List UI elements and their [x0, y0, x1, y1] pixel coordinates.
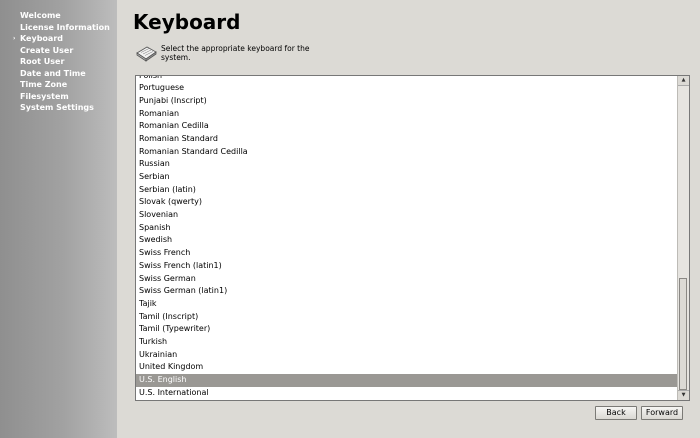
- sidebar-item-label: Date and Time: [20, 68, 86, 78]
- list-item[interactable]: Russian: [136, 158, 677, 171]
- back-button[interactable]: Back: [595, 406, 637, 420]
- sidebar-item-label: Create User: [20, 45, 74, 55]
- list-item[interactable]: Portuguese: [136, 82, 677, 95]
- list-item[interactable]: U.S. English: [136, 374, 677, 387]
- list-item[interactable]: Swedish: [136, 234, 677, 247]
- sidebar-item-system-settings[interactable]: System Settings: [0, 103, 110, 112]
- list-item[interactable]: Slovenian: [136, 209, 677, 222]
- list-item[interactable]: Tajik: [136, 298, 677, 311]
- sidebar: Welcome License Information › Keyboard Creat…: [0, 0, 117, 438]
- list-item[interactable]: Tamil (Inscript): [136, 311, 677, 324]
- list-item[interactable]: Spanish: [136, 222, 677, 235]
- sidebar-item-label: License Information: [20, 22, 110, 32]
- list-item[interactable]: Serbian: [136, 171, 677, 184]
- scroll-down-icon[interactable]: ▼: [678, 390, 689, 400]
- scroll-up-icon[interactable]: ▲: [678, 76, 689, 86]
- sidebar-item-label: Welcome: [20, 11, 61, 20]
- sidebar-item-label: Filesystem: [20, 91, 69, 101]
- scrollbar-thumb[interactable]: [679, 278, 687, 390]
- list-item[interactable]: Swiss French: [136, 247, 677, 260]
- current-step-arrow-icon: ›: [13, 35, 16, 42]
- list-item[interactable]: Swiss German (latin1): [136, 285, 677, 298]
- list-item[interactable]: Swiss French (latin1): [136, 260, 677, 273]
- sidebar-item-create-user[interactable]: Create User: [0, 46, 110, 55]
- keyboard-icon: [136, 46, 157, 62]
- list-item[interactable]: Polish: [136, 76, 677, 82]
- sidebar-steps: Welcome License Information › Keyboard Creat…: [0, 11, 117, 115]
- sidebar-item-welcome[interactable]: Welcome: [0, 11, 110, 20]
- instruction-text: Select the appropriate keyboard for the …: [161, 44, 310, 62]
- forward-button[interactable]: Forward: [641, 406, 683, 420]
- sidebar-item-filesystem[interactable]: Filesystem: [0, 92, 110, 101]
- list-item[interactable]: U.S. International: [136, 387, 677, 400]
- page-title: Keyboard: [133, 10, 241, 34]
- main-panel: Keyboard Select the appropriate keyboard…: [117, 0, 700, 438]
- list-item[interactable]: Punjabi (Inscript): [136, 95, 677, 108]
- list-item[interactable]: United Kingdom: [136, 361, 677, 374]
- sidebar-item-license-information[interactable]: License Information: [0, 23, 110, 32]
- list-item[interactable]: Swiss German: [136, 273, 677, 286]
- keyboard-list-rows: Polish Portuguese Punjabi (Inscript) Romani…: [136, 76, 677, 400]
- list-scrollbar[interactable]: ▲ ▼: [677, 76, 689, 400]
- sidebar-item-keyboard[interactable]: › Keyboard: [0, 34, 110, 43]
- list-item[interactable]: Romanian Standard: [136, 133, 677, 146]
- sidebar-item-label: Time Zone: [20, 80, 68, 89]
- keyboard-list[interactable]: Polish Portuguese Punjabi (Inscript) Romani…: [135, 75, 690, 401]
- sidebar-item-root-user[interactable]: Root User: [0, 57, 110, 66]
- list-item[interactable]: Romanian Standard Cedilla: [136, 146, 677, 159]
- sidebar-item-date-and-time[interactable]: Date and Time: [0, 69, 110, 78]
- sidebar-item-label: System Settings: [20, 103, 94, 112]
- sidebar-item-label: Root User: [20, 57, 65, 66]
- list-item[interactable]: Slovak (qwerty): [136, 196, 677, 209]
- sidebar-item-label: Keyboard: [20, 34, 63, 43]
- sidebar-item-time-zone[interactable]: Time Zone: [0, 80, 110, 89]
- list-item[interactable]: Romanian: [136, 108, 677, 121]
- list-item[interactable]: Tamil (Typewriter): [136, 323, 677, 336]
- list-item[interactable]: Romanian Cedilla: [136, 120, 677, 133]
- list-item[interactable]: Serbian (latin): [136, 184, 677, 197]
- list-item[interactable]: Turkish: [136, 336, 677, 349]
- list-item[interactable]: Ukrainian: [136, 349, 677, 362]
